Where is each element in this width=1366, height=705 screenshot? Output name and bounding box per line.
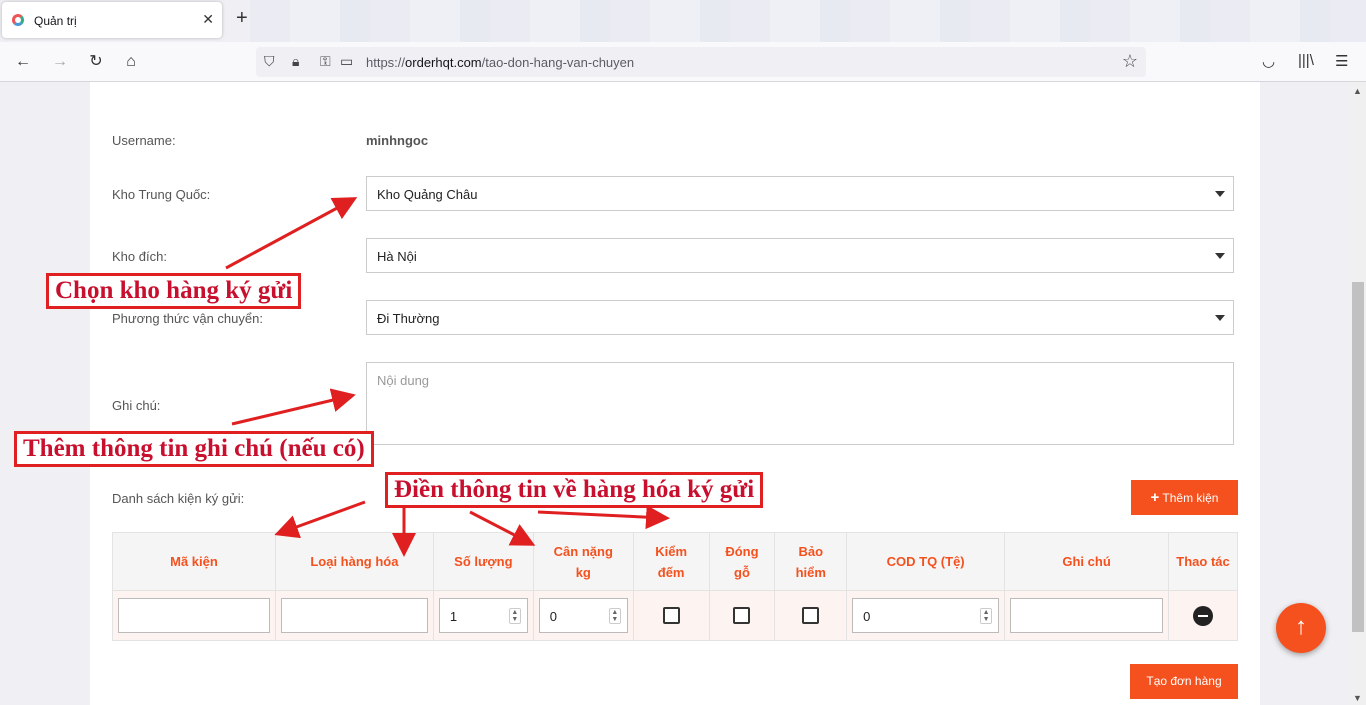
url-text: https://orderhqt.com/tao-don-hang-van-ch… [366, 55, 635, 70]
cell-cod: 0 ▲ ▼ [846, 590, 1006, 641]
so-luong-input[interactable]: 1 ▲ ▼ [438, 598, 528, 633]
cod-value: 0 [863, 609, 871, 624]
reload-icon[interactable]: ↻ [85, 52, 107, 72]
annotation-dien-thong-tin: Điền thông tin về hàng hóa ký gửi [385, 472, 764, 508]
chevron-down-icon [1215, 253, 1225, 259]
cell-kiem-dem [632, 590, 710, 641]
library-icon[interactable]: |||\ [1298, 52, 1314, 69]
kho-tq-label: Kho Trung Quốc: [112, 187, 211, 202]
ghi-chu-textarea[interactable]: Nội dung [366, 362, 1234, 445]
annotation-ghi-chu: Thêm thông tin ghi chú (nếu có) [14, 431, 374, 467]
spinner-icon[interactable]: ▲ ▼ [980, 608, 993, 624]
forward-icon[interactable]: → [49, 52, 71, 72]
back-icon[interactable]: ← [12, 52, 34, 72]
tracking-icon[interactable]: ▭ [340, 53, 353, 70]
so-luong-value: 1 [449, 609, 458, 624]
kho-dich-value: Hà Nội [377, 249, 417, 264]
chevron-down-icon [1215, 191, 1225, 197]
cell-can-nang: 0 ▲ ▼ [532, 590, 634, 641]
col-header-bao-hiem: Bảo hiểm [774, 532, 848, 591]
browser-tab[interactable]: Quản trị ✕ [2, 2, 222, 38]
permissions-icon[interactable]: ⚿ [320, 53, 331, 70]
col-header-can-nang-text: Cân nặng kg [553, 543, 613, 580]
annotation-chon-kho: Chọn kho hàng ký gửi [46, 273, 302, 309]
minus-circle-icon[interactable] [1193, 605, 1214, 626]
can-nang-value: 0 [549, 609, 558, 624]
dong-go-checkbox[interactable] [733, 607, 751, 625]
spinner-icon[interactable]: ▲ ▼ [508, 608, 521, 624]
create-order-button[interactable]: Tạo đơn hàng [1130, 664, 1238, 699]
cell-bao-hiem [774, 590, 848, 641]
page-scrollbar[interactable]: ▲ ▼ [1350, 82, 1366, 705]
loai-hang-input[interactable] [280, 598, 428, 633]
url-bar[interactable]: ⛉ 🔒︎ ⚿ ▭ https://orderhqt.com/tao-don-ha… [256, 47, 1146, 77]
package-table: Mã kiện Loại hàng hóa Số lượng Cân nặng k… [112, 532, 1238, 641]
star-icon[interactable]: ☆ [1122, 51, 1138, 72]
username-value: minhngoc [366, 133, 429, 148]
add-package-label: Thêm kiện [1162, 491, 1219, 505]
new-tab-icon[interactable]: + [236, 8, 248, 28]
col-header-cod: COD TQ (Tệ) [846, 532, 1006, 591]
bao-hiem-checkbox[interactable] [802, 607, 820, 625]
col-header-ma-kien: Mã kiện [112, 532, 276, 591]
favicon-icon [12, 14, 24, 26]
col-header-can-nang: Cân nặng kg [532, 532, 634, 591]
pocket-icon[interactable]: ◡ [1262, 52, 1275, 70]
col-header-ghi-chu: Ghi chú [1004, 532, 1170, 591]
ghi-chu-placeholder: Nội dung [377, 373, 430, 388]
table-row: 1 ▲ ▼ 0 ▲ ▼ 0 ▲ ▼ [112, 590, 1238, 641]
cod-input[interactable]: 0 ▲ ▼ [852, 598, 1000, 633]
plus-icon: + [1150, 489, 1160, 506]
ghi-chu-label: Ghi chú: [112, 398, 161, 413]
kho-tq-value: Kho Quảng Châu [377, 187, 478, 202]
scroll-thumb[interactable] [1352, 282, 1364, 632]
kiem-dem-checkbox[interactable] [662, 607, 680, 625]
row-ghi-chu-input[interactable] [1010, 598, 1164, 633]
close-tab-icon[interactable]: ✕ [202, 11, 214, 28]
col-header-kiem-dem: Kiểm đếm [632, 532, 710, 591]
col-header-thao-tac: Thao tác [1168, 532, 1238, 591]
cell-so-luong: 1 ▲ ▼ [432, 590, 534, 641]
col-header-loai-hang: Loại hàng hóa [274, 532, 434, 591]
cell-dong-go [708, 590, 776, 641]
cell-thao-tac [1168, 590, 1238, 641]
cell-loai-hang [274, 590, 434, 641]
ma-kien-input[interactable] [117, 598, 270, 633]
add-package-button[interactable]: + Thêm kiện [1131, 480, 1238, 515]
chevron-down-icon [1215, 315, 1225, 321]
home-icon[interactable]: ⌂ [120, 52, 142, 72]
phuong-thuc-label: Phương thức vận chuyển: [112, 311, 263, 326]
lock-icon[interactable]: 🔒︎ [292, 53, 299, 70]
phuong-thuc-value: Đi Thường [377, 311, 440, 326]
scroll-down-icon[interactable]: ▼ [1353, 693, 1362, 703]
cell-ghi-chu [1004, 590, 1170, 641]
scroll-top-button[interactable]: ↑ [1276, 603, 1326, 653]
table-header-row: Mã kiện Loại hàng hóa Số lượng Cân nặng k… [112, 532, 1238, 591]
browser-tab-bar: Quản trị ✕ + [0, 0, 1366, 42]
scroll-up-icon[interactable]: ▲ [1353, 86, 1362, 96]
kho-dich-select[interactable]: Hà Nội [366, 238, 1234, 273]
phuong-thuc-select[interactable]: Đi Thường [366, 300, 1234, 335]
tab-title: Quản trị [34, 14, 77, 28]
username-label: Username: [112, 133, 176, 148]
col-header-so-luong: Số lượng [432, 532, 534, 591]
arrow-up-icon: ↑ [1295, 613, 1307, 640]
danh-sach-label: Danh sách kiện ký gửi: [112, 491, 245, 506]
browser-nav-bar: ← → ↻ ⌂ ⛉ 🔒︎ ⚿ ▭ https://orderhqt.com/ta… [0, 42, 1366, 82]
col-header-dong-go: Đóng gỗ [708, 532, 776, 591]
can-nang-input[interactable]: 0 ▲ ▼ [538, 598, 628, 633]
hamburger-icon[interactable]: ☰ [1335, 52, 1348, 70]
shield-icon[interactable]: ⛉ [264, 53, 275, 70]
kho-tq-select[interactable]: Kho Quảng Châu [366, 176, 1234, 211]
spinner-icon[interactable]: ▲ ▼ [608, 608, 621, 624]
cell-ma-kien [112, 590, 276, 641]
kho-dich-label: Kho đích: [112, 249, 167, 264]
tabbar-background [250, 0, 1366, 42]
